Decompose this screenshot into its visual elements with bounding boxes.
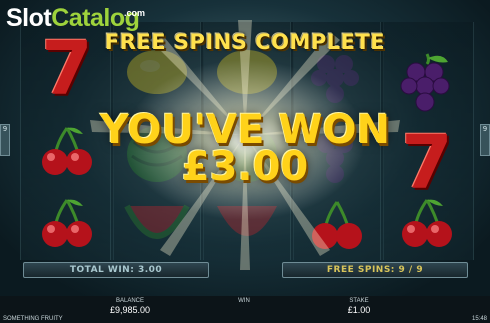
- free-spins-complete-title: FREE SPINS COMPLETE: [104, 30, 386, 54]
- clock: 15:48: [471, 316, 487, 322]
- cherry-icon: [402, 199, 452, 247]
- win-amount: £3.00: [181, 144, 309, 190]
- watermark-logo: SlotCatalog: [6, 4, 140, 33]
- balance-value: £9,985.00: [109, 305, 151, 315]
- logo-suffix: .com: [124, 8, 146, 18]
- cherry-icon: [42, 199, 92, 247]
- stake-label: STAKE: [349, 298, 369, 304]
- status-bar: BALANCE £9,985.00 WIN STAKE £1.00 SOMETH…: [0, 296, 490, 323]
- stake-value: £1.00: [347, 305, 371, 315]
- total-win-bar: TOTAL WIN: 3.00: [23, 262, 209, 278]
- balance-label: BALANCE: [115, 298, 144, 304]
- logo-text-part1: Slot: [6, 4, 52, 32]
- balance-display: BALANCE £9,985.00: [100, 298, 160, 315]
- win-display: WIN: [222, 298, 266, 305]
- stake-display[interactable]: STAKE £1.00: [334, 298, 384, 315]
- win-label: WIN: [238, 298, 250, 304]
- game-name: SOMETHING FRUITY: [3, 316, 63, 322]
- free-spins-counter: FREE SPINS: 9 / 9: [282, 262, 468, 278]
- watermelon-icon: [124, 204, 190, 239]
- watermelon-icon: [217, 206, 277, 236]
- cherry-icon: [312, 201, 362, 249]
- game-stage: 7 7 9 9 FREE SPINS COMPLETE YOU'VE WON £…: [0, 0, 490, 296]
